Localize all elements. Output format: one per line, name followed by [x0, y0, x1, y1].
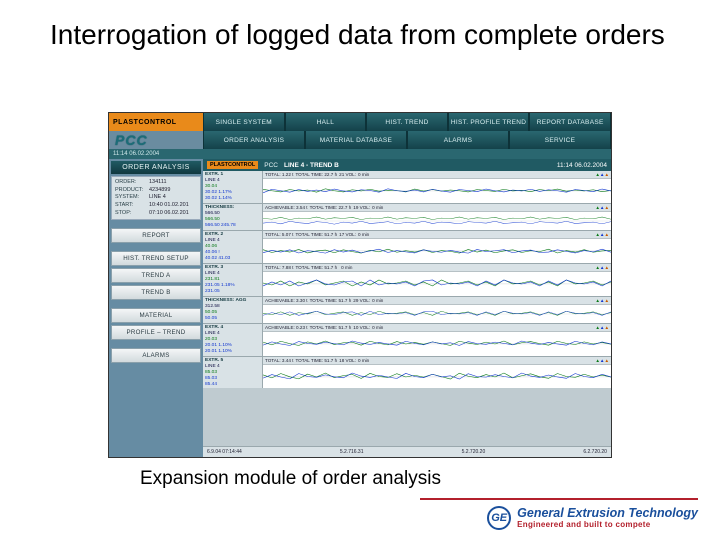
time-axis-right: 6.2.720.20	[583, 449, 607, 455]
sidebar-header: ORDER ANALYSIS	[111, 161, 201, 174]
time-axis: 6.9.04 07:14:44 5.2.716.31 5.2.720.20 6.…	[203, 446, 611, 457]
nav-order-analysis[interactable]: ORDER ANALYSIS	[203, 131, 305, 149]
footer-rule	[420, 498, 698, 500]
ge-badge-icon: GE	[487, 506, 511, 530]
content-app-label: PCC	[264, 162, 278, 169]
nav-report-database[interactable]: REPORT DATABASE	[529, 113, 611, 131]
trend-chart: ACHIEVABLE: 3.30 t TOTAL TIME: 51.7 h 29…	[263, 297, 611, 323]
top-bar: PLASTCONTROL SINGLE SYSTEM HALL HIST. TR…	[109, 113, 611, 159]
extruder-info: EXTR. 2LINE 440.0640.06 !40.02 41.03	[203, 231, 263, 263]
trend-chart: ACHIEVABLE: 0.23 t TOTAL TIME: 51.7 h 10…	[263, 324, 611, 356]
nav-service[interactable]: SERVICE	[509, 131, 611, 149]
time-axis-left: 6.9.04 07:14:44	[207, 449, 242, 455]
content-title: LINE 4 - TREND B	[284, 162, 551, 169]
slide-title: Interrogation of logged data from comple…	[50, 18, 665, 52]
content-header: PLASTCONTROL PCC LINE 4 - TREND B 11:14 …	[203, 159, 611, 171]
content-brand: PLASTCONTROL	[207, 161, 258, 169]
trend-chart: TOTAL: 1.22 t TOTAL TIME: 22.7 h 21 VOL:…	[263, 171, 611, 203]
nav-single-system[interactable]: SINGLE SYSTEM	[203, 113, 285, 131]
nav-material-database[interactable]: MATERIAL DATABASE	[305, 131, 407, 149]
slide-subtitle: Expansion module of order analysis	[140, 468, 441, 490]
trend-row: EXTR. 4LINE 420.0320.01 1.10%20.01 1.10%…	[203, 324, 611, 357]
extruder-info: EXTR. 3LINE 4231.81231.05 1.18%231.05	[203, 264, 263, 296]
sidebar: ORDER ANALYSIS ORDER:134111 PRODUCT:4234…	[109, 159, 203, 457]
btn-trend-a[interactable]: TREND A	[111, 268, 201, 283]
nav-hall[interactable]: HALL	[285, 113, 367, 131]
trend-chart: TOTAL: 7.88 t TOTAL TIME: 51.7 h 0 min ▲…	[263, 264, 611, 296]
content-clock: 11:14 06.02.2004	[557, 162, 607, 169]
trend-row: EXTR. 1LINE 430.0430.02 1.17%30.02 1.14%…	[203, 171, 611, 204]
trend-row: EXTR. 3LINE 4231.81231.05 1.18%231.05TOT…	[203, 264, 611, 297]
trend-row: THICKNESS: AGG312.5850.0550.05ACHIEVABLE…	[203, 297, 611, 324]
btn-report[interactable]: REPORT	[111, 228, 201, 243]
brand-logo: PLASTCONTROL	[109, 113, 203, 131]
trend-rows: EXTR. 1LINE 430.0430.02 1.17%30.02 1.14%…	[203, 171, 611, 446]
trend-chart: TOTAL: 3.44 t TOTAL TIME: 51.7 h 18 VOL:…	[263, 357, 611, 389]
extruder-info: THICKNESS: AGG312.5850.0550.05	[203, 297, 263, 323]
footer: GE General Extrusion Technology Engineer…	[487, 506, 698, 530]
trend-row: EXTR. 2LINE 440.0640.06 !40.02 41.03TOTA…	[203, 231, 611, 264]
trend-row: EXTR. 5LINE 485.0385.0385.44TOTAL: 3.44 …	[203, 357, 611, 389]
extruder-info: EXTR. 4LINE 420.0320.01 1.10%20.01 1.10%	[203, 324, 263, 356]
btn-material[interactable]: MATERIAL	[111, 308, 201, 323]
extruder-info: EXTR. 5LINE 485.0385.0385.44	[203, 357, 263, 389]
nav-hist-trend[interactable]: HIST. TREND	[366, 113, 448, 131]
btn-alarms[interactable]: ALARMS	[111, 348, 201, 363]
trend-chart: ACHIEVABLE: 3.54 t TOTAL TIME: 22.7 h 19…	[263, 204, 611, 230]
extruder-info: EXTR. 1LINE 430.0430.02 1.17%30.02 1.14%	[203, 171, 263, 203]
extruder-info: THICKNESS:566.50566.50566.50 245.78	[203, 204, 263, 230]
footer-tagline: Engineered and built to compete	[517, 520, 698, 529]
order-info-box: ORDER:134111 PRODUCT:4234899 SYSTEM:LINE…	[111, 176, 201, 220]
footer-company: General Extrusion Technology	[517, 507, 698, 520]
time-axis-mid2: 5.2.720.20	[462, 449, 486, 455]
trend-row: THICKNESS:566.50566.50566.50 245.78ACHIE…	[203, 204, 611, 231]
btn-hist-trend-setup[interactable]: HIST. TREND SETUP	[111, 251, 201, 266]
btn-profile-trend[interactable]: PROFILE – TREND	[111, 325, 201, 340]
nav-alarms[interactable]: ALARMS	[407, 131, 509, 149]
content-pane: PLASTCONTROL PCC LINE 4 - TREND B 11:14 …	[203, 159, 611, 457]
trend-chart: TOTAL: 5.07 t TOTAL TIME: 51.7 h 17 VOL:…	[263, 231, 611, 263]
time-axis-mid1: 5.2.716.31	[340, 449, 364, 455]
pcc-badge: PCC	[109, 131, 203, 149]
nav-hist-profile-trend[interactable]: HIST. PROFILE TREND	[448, 113, 530, 131]
btn-trend-b[interactable]: TREND B	[111, 285, 201, 300]
top-clock: 11:14 06.02.2004	[109, 149, 611, 159]
app-window: PLASTCONTROL SINGLE SYSTEM HALL HIST. TR…	[108, 112, 612, 458]
